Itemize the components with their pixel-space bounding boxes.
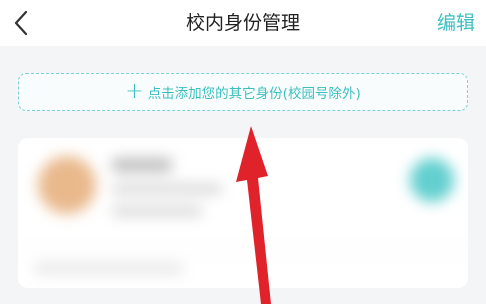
blurred-detail-line bbox=[112, 206, 202, 216]
status-icon bbox=[410, 158, 454, 202]
blurred-footer-line bbox=[34, 264, 184, 273]
add-identity-label: 点击添加您的其它身份(校园号除外) bbox=[147, 86, 361, 102]
blurred-card-content bbox=[18, 138, 468, 288]
blurred-name bbox=[112, 158, 172, 172]
page-title: 校内身份管理 bbox=[185, 12, 300, 34]
plus-icon: + bbox=[125, 79, 144, 104]
blurred-detail-line bbox=[112, 184, 222, 194]
edit-button[interactable]: 编辑 bbox=[437, 0, 475, 46]
avatar bbox=[38, 156, 96, 214]
add-identity-button[interactable]: + 点击添加您的其它身份(校园号除外) bbox=[18, 73, 468, 111]
top-bar: 校内身份管理 编辑 bbox=[0, 0, 486, 46]
card-divider bbox=[18, 250, 468, 251]
identity-card[interactable] bbox=[18, 138, 468, 288]
